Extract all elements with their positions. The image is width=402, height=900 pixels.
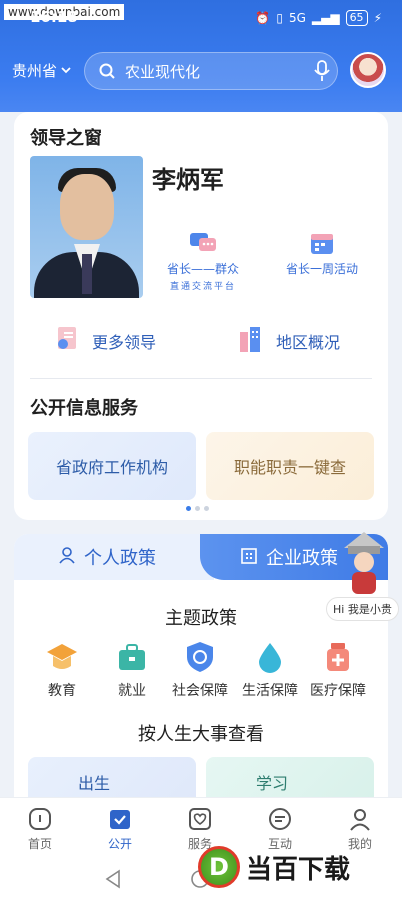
brand-text: 当百下载: [246, 854, 351, 885]
mascot-icon[interactable]: [340, 530, 388, 596]
vibrate-icon: ▯: [276, 11, 283, 25]
signal-label: 5G: [288, 11, 306, 25]
tab-enterprise-label: 企业政策: [266, 548, 338, 569]
leaders-card: 领导之窗 李炳军 省长——群众 直通交流平台 省长一周活动 更多领导 地区概况 …: [14, 112, 388, 520]
feature2-label: 省长一周活动: [285, 262, 358, 276]
signal-icon: ▂▄▆: [311, 11, 340, 25]
microphone-icon[interactable]: [307, 60, 337, 82]
feature1-subtitle: 直通交流平台: [169, 282, 236, 292]
region-label: 贵州省: [12, 62, 58, 80]
carousel-dots: [186, 506, 209, 511]
search-bar[interactable]: 农业现代化: [84, 52, 338, 90]
governor-public-platform-button[interactable]: 省长——群众 直通交流平台: [162, 230, 244, 292]
brand-logo: D: [198, 846, 240, 888]
governor-weekly-activities-button[interactable]: 省长一周活动: [276, 230, 368, 277]
briefcase-icon: [115, 640, 149, 674]
topic-label: 医疗保障: [310, 683, 366, 699]
shield-icon: [183, 640, 217, 674]
chat-bubbles-icon: [188, 230, 218, 256]
tab-label: 公开: [107, 837, 132, 851]
duties-lookup-label: 职能职责一键查: [233, 458, 346, 477]
life-event-label: 出生: [78, 774, 111, 793]
status-time: 16:18: [30, 8, 78, 26]
region-overview-label: 地区概况: [276, 333, 341, 352]
charging-icon: ⚡: [373, 11, 382, 25]
tab-home[interactable]: 首页: [0, 806, 80, 852]
tab-public[interactable]: 公开: [80, 806, 160, 852]
tab-personal-label: 个人政策: [84, 548, 156, 569]
life-events-title: 按人生大事查看: [138, 724, 264, 745]
user-icon: [347, 806, 373, 832]
alarm-icon: ⏰: [255, 11, 271, 25]
gov-agencies-card[interactable]: 省政府工作机构: [28, 432, 196, 500]
region-overview-link[interactable]: 地区概况: [236, 324, 340, 358]
topic-label: 就业: [118, 683, 146, 699]
topic-label: 社会保障: [172, 683, 228, 699]
status-bar: 16:18 ⏰ ▯ 5G ▂▄▆ 65 ⚡: [0, 8, 402, 32]
water-drop-icon: [253, 640, 287, 674]
chat-icon: [267, 806, 293, 832]
tab-label: 我的: [347, 837, 372, 851]
topic-label: 教育: [48, 683, 76, 699]
back-nav-icon[interactable]: [104, 869, 122, 893]
topic-employment[interactable]: 就业: [98, 640, 166, 700]
topic-living-security[interactable]: 生活保障: [236, 640, 304, 700]
more-leaders-label: 更多领导: [92, 333, 157, 352]
topic-education[interactable]: 教育: [28, 640, 96, 700]
building-icon: [240, 546, 258, 569]
chevron-down-icon: [60, 62, 72, 80]
leaders-section-title: 领导之窗: [30, 128, 102, 149]
search-icon: [93, 62, 121, 80]
heart-hand-icon: [187, 806, 213, 832]
public-info-title: 公开信息服务: [30, 398, 138, 419]
status-icons: ⏰ ▯ 5G ▂▄▆ 65 ⚡: [255, 10, 382, 26]
feature1-label: 省长——群众: [166, 262, 239, 276]
divider: [30, 378, 372, 379]
tab-personal-policy[interactable]: 个人政策: [14, 534, 214, 580]
graduation-cap-icon: [45, 640, 79, 674]
folder-check-icon: [107, 806, 133, 832]
people-card-icon: [52, 324, 82, 358]
calendar-icon: [307, 230, 337, 256]
ai-assistant-avatar[interactable]: [350, 52, 386, 88]
duties-lookup-card[interactable]: 职能职责一键查: [206, 432, 374, 500]
buildings-icon: [236, 324, 266, 358]
mascot-greeting: Hi 我是小贵: [326, 597, 399, 621]
topic-medical-security[interactable]: 医疗保障: [304, 640, 372, 700]
more-leaders-link[interactable]: 更多领导: [52, 324, 156, 358]
leader-name: 李炳军: [152, 166, 224, 194]
brand-watermark: D 当百下载: [198, 846, 350, 888]
leader-photo[interactable]: [30, 156, 143, 298]
battery-icon: 65: [345, 10, 368, 26]
topic-label: 生活保障: [242, 683, 298, 699]
topic-social-security[interactable]: 社会保障: [166, 640, 234, 700]
home-icon: [27, 806, 53, 832]
gov-agencies-label: 省政府工作机构: [55, 458, 168, 477]
search-input[interactable]: 农业现代化: [125, 61, 307, 82]
person-icon: [58, 546, 76, 569]
life-event-label: 学习: [256, 774, 289, 793]
tab-label: 首页: [27, 837, 52, 851]
medicine-bottle-icon: [321, 640, 355, 674]
region-selector[interactable]: 贵州省: [12, 60, 72, 81]
